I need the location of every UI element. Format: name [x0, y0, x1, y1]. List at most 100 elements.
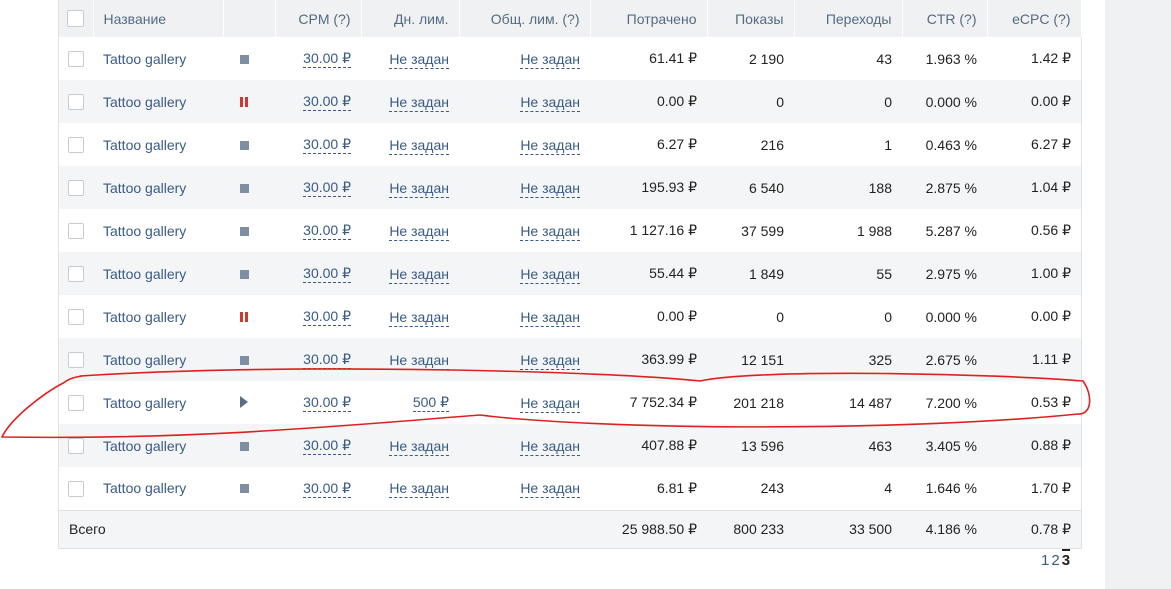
stop-square-icon[interactable]: [239, 269, 249, 279]
select-all-checkbox[interactable]: [67, 10, 85, 28]
row-clicks: 14 487: [849, 394, 892, 411]
row-daily-limit-cell: Не задан: [361, 467, 459, 510]
row-total-limit-cell: Не задан: [459, 338, 590, 381]
row-name[interactable]: Tattoo gallery: [93, 123, 223, 166]
row-cpm-link[interactable]: 30.00 ₽: [303, 50, 351, 68]
pause-icon[interactable]: [239, 311, 249, 322]
page-link-current[interactable]: 3: [1061, 549, 1071, 569]
row-spent: 0.00 ₽: [656, 93, 697, 109]
row-total-limit-link[interactable]: Не задан: [520, 480, 580, 499]
row-cpm-link[interactable]: 30.00 ₽: [303, 351, 351, 369]
table-row[interactable]: Tattoo gallery 30.00 ₽ Не задан Не задан 407…: [59, 424, 1081, 467]
row-cpm-link[interactable]: 30.00 ₽: [303, 179, 351, 197]
row-daily-limit-link[interactable]: Не задан: [389, 222, 449, 241]
stop-square-icon[interactable]: [239, 226, 249, 236]
page-link-1[interactable]: 1: [1041, 552, 1049, 569]
table-row[interactable]: Tattoo gallery 30.00 ₽ Не задан Не задан 6.2…: [59, 123, 1081, 166]
stop-square-icon[interactable]: [239, 183, 249, 193]
row-checkbox[interactable]: [68, 94, 84, 111]
table-row[interactable]: Tattoo gallery 30.00 ₽ 500 ₽ Не задан 7 752.…: [59, 381, 1081, 424]
pause-icon[interactable]: [239, 96, 249, 107]
row-daily-limit-link[interactable]: Не задан: [389, 93, 449, 112]
row-checkbox[interactable]: [68, 266, 84, 283]
row-cpm-link[interactable]: 30.00 ₽: [303, 222, 351, 240]
row-impressions: 12 151: [741, 351, 784, 368]
col-header-daily-limit[interactable]: Дн. лим.: [361, 0, 460, 37]
row-checkbox[interactable]: [68, 309, 84, 326]
table-row[interactable]: Tattoo gallery 30.00 ₽ Не задан Не задан 1 1…: [59, 209, 1081, 252]
row-name[interactable]: Tattoo gallery: [93, 424, 223, 467]
table-row[interactable]: Tattoo gallery 30.00 ₽ Не задан Не задан 55.…: [59, 252, 1081, 295]
row-total-limit-link[interactable]: Не задан: [520, 93, 580, 112]
row-total-limit-link[interactable]: Не задан: [520, 351, 580, 370]
row-clicks: 188: [868, 179, 892, 196]
stop-square-icon[interactable]: [239, 54, 249, 64]
row-checkbox[interactable]: [68, 438, 84, 455]
row-total-limit-link[interactable]: Не задан: [520, 394, 580, 413]
row-daily-limit-link[interactable]: Не задан: [389, 136, 449, 155]
row-daily-limit-link[interactable]: Не задан: [389, 308, 449, 327]
row-checkbox[interactable]: [68, 51, 84, 68]
row-name[interactable]: Tattoo gallery: [93, 209, 223, 252]
row-checkbox[interactable]: [68, 223, 84, 240]
page-link-2[interactable]: 2: [1051, 552, 1059, 569]
col-header-impressions[interactable]: Показы: [707, 0, 795, 37]
row-name[interactable]: Tattoo gallery: [93, 37, 223, 80]
row-daily-limit-link[interactable]: Не задан: [389, 437, 449, 456]
row-name[interactable]: Tattoo gallery: [93, 467, 223, 510]
stop-square-icon[interactable]: [239, 484, 249, 494]
row-cpm-link[interactable]: 30.00 ₽: [303, 265, 351, 283]
row-cpm-link[interactable]: 30.00 ₽: [303, 93, 351, 111]
row-total-limit-link[interactable]: Не задан: [520, 265, 580, 284]
row-checkbox[interactable]: [68, 352, 84, 369]
row-total-limit-link[interactable]: Не задан: [520, 437, 580, 456]
row-total-limit-link[interactable]: Не задан: [520, 222, 580, 241]
row-total-limit-cell: Не задан: [459, 123, 590, 166]
col-header-clicks[interactable]: Переходы: [794, 0, 903, 37]
play-icon[interactable]: [240, 395, 248, 408]
row-name[interactable]: Tattoo gallery: [93, 295, 223, 338]
row-cpm-link[interactable]: 30.00 ₽: [303, 437, 351, 455]
row-cpm-link[interactable]: 30.00 ₽: [303, 394, 351, 412]
row-checkbox[interactable]: [68, 395, 84, 412]
row-cpm-link[interactable]: 30.00 ₽: [303, 136, 351, 154]
row-total-limit-link[interactable]: Не задан: [520, 308, 580, 327]
row-checkbox[interactable]: [68, 137, 84, 154]
row-name[interactable]: Tattoo gallery: [93, 381, 223, 424]
row-cpm-link[interactable]: 30.00 ₽: [303, 479, 351, 498]
table-row[interactable]: Tattoo gallery 30.00 ₽ Не задан Не задан 363…: [59, 338, 1081, 381]
row-total-limit-link[interactable]: Не задан: [520, 179, 580, 198]
row-daily-limit-link[interactable]: Не задан: [389, 480, 449, 499]
stop-square-icon[interactable]: [239, 355, 249, 365]
col-header-name[interactable]: Название: [93, 0, 224, 37]
col-header-total-limit[interactable]: Общ. лим. (?): [459, 0, 591, 37]
table-row[interactable]: Tattoo gallery 30.00 ₽ Не задан Не задан 195…: [59, 166, 1081, 209]
row-daily-limit-link[interactable]: Не задан: [389, 351, 449, 370]
col-header-ctr[interactable]: CTR (?): [902, 0, 988, 37]
row-ctr: 0.463 %: [925, 136, 977, 153]
table-row[interactable]: Tattoo gallery 30.00 ₽ Не задан Не задан 6.8…: [59, 467, 1081, 510]
row-daily-limit-link[interactable]: Не задан: [389, 265, 449, 284]
stop-square-icon[interactable]: [239, 140, 249, 150]
row-total-limit-link[interactable]: Не задан: [520, 50, 580, 69]
row-name[interactable]: Tattoo gallery: [93, 80, 223, 123]
row-checkbox[interactable]: [68, 480, 84, 497]
col-header-spent[interactable]: Потрачено: [590, 0, 708, 37]
row-name[interactable]: Tattoo gallery: [93, 338, 223, 381]
table-row[interactable]: Tattoo gallery 30.00 ₽ Не задан Не задан 61.…: [59, 37, 1081, 80]
row-daily-limit-link[interactable]: 500 ₽: [412, 394, 449, 412]
col-header-ecpc[interactable]: eCPC (?): [987, 0, 1082, 37]
row-cpm-link[interactable]: 30.00 ₽: [303, 308, 351, 326]
col-header-cpm[interactable]: CPM (?): [275, 0, 362, 37]
table-row[interactable]: Tattoo gallery 30.00 ₽ Не задан Не задан 0.0…: [59, 80, 1081, 123]
row-spent: 61.41 ₽: [649, 50, 697, 66]
row-daily-limit-link[interactable]: Не задан: [389, 179, 449, 198]
row-name[interactable]: Tattoo gallery: [93, 252, 223, 295]
stop-square-icon[interactable]: [239, 441, 249, 451]
row-total-limit-link[interactable]: Не задан: [520, 136, 580, 155]
row-daily-limit-link[interactable]: Не задан: [389, 50, 449, 69]
row-select-cell: [59, 424, 93, 467]
row-name[interactable]: Tattoo gallery: [93, 166, 223, 209]
table-row[interactable]: Tattoo gallery 30.00 ₽ Не задан Не задан 0.0…: [59, 295, 1081, 338]
row-checkbox[interactable]: [68, 180, 84, 197]
